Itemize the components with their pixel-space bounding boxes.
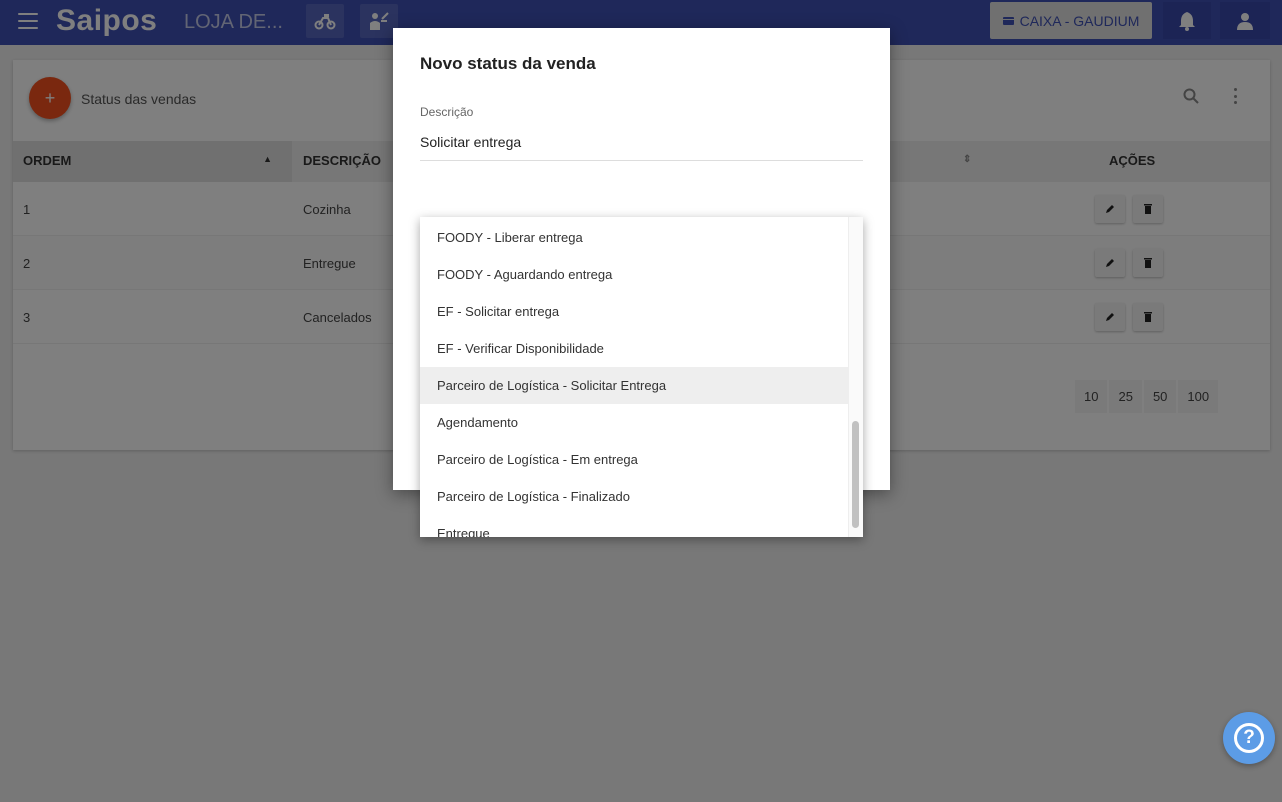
help-icon: ? (1234, 723, 1264, 753)
dropdown-option[interactable]: FOODY - Liberar entrega (420, 219, 848, 256)
dropdown-option[interactable]: Agendamento (420, 404, 848, 441)
dropdown-option[interactable]: FOODY - Aguardando entrega (420, 256, 848, 293)
dropdown-option[interactable]: Parceiro de Logística - Em entrega (420, 441, 848, 478)
description-input[interactable]: Solicitar entrega (420, 134, 863, 161)
dropdown-scrollbar-thumb[interactable] (852, 421, 859, 528)
description-label: Descrição (420, 105, 474, 119)
help-button[interactable]: ? (1223, 712, 1275, 764)
dropdown-option[interactable]: EF - Verificar Disponibilidade (420, 330, 848, 367)
dropdown-option[interactable]: EF - Solicitar entrega (420, 293, 848, 330)
dropdown-option[interactable]: Parceiro de Logística - Finalizado (420, 478, 848, 515)
status-type-dropdown: FOODY - Liberar entrega FOODY - Aguardan… (420, 217, 863, 537)
dropdown-option[interactable]: Entregue (420, 515, 848, 537)
dropdown-option-highlighted[interactable]: Parceiro de Logística - Solicitar Entreg… (420, 367, 848, 404)
dialog-title: Novo status da venda (420, 54, 596, 73)
